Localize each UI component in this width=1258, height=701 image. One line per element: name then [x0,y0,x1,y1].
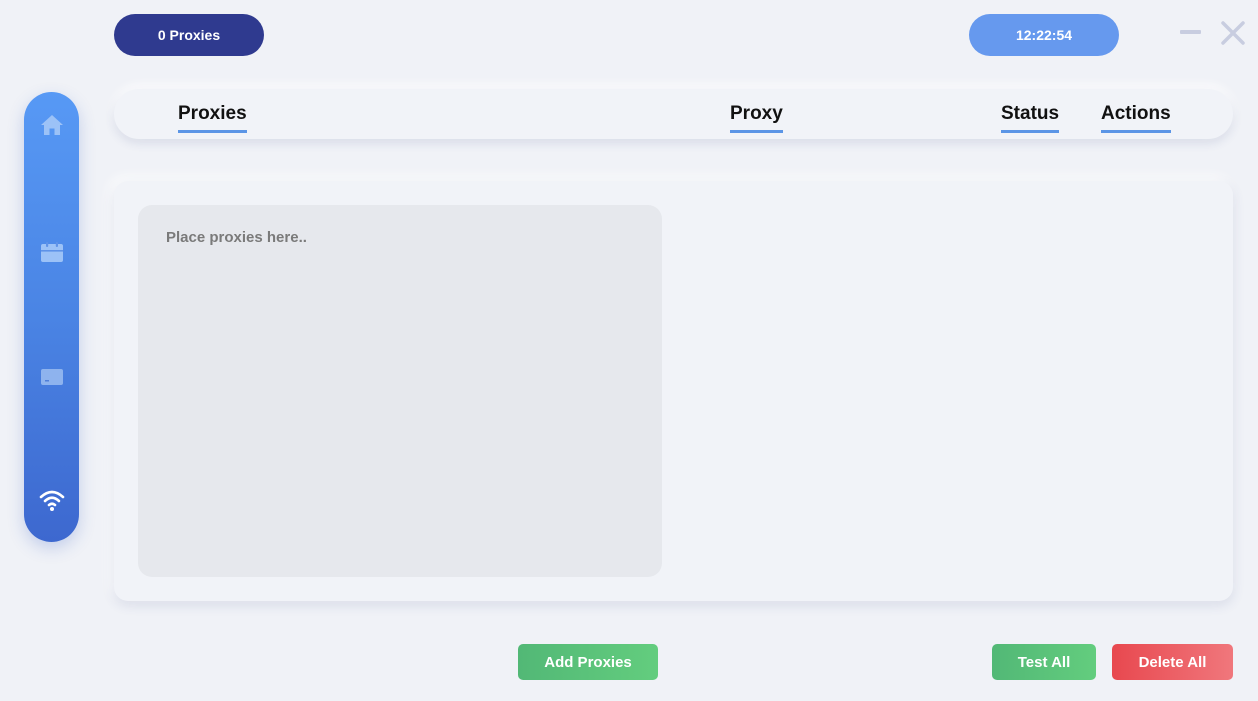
column-header-proxies[interactable]: Proxies [178,104,247,133]
sidebar-item-home[interactable] [24,112,79,142]
proxy-input-textarea[interactable] [138,205,662,577]
close-icon[interactable] [1220,20,1245,45]
proxy-count-badge: 0 Proxies [114,14,264,56]
wifi-icon [39,488,65,517]
column-header-proxy[interactable]: Proxy [730,104,783,133]
sidebar-item-proxies[interactable] [24,487,79,517]
sidebar-nav [24,92,79,542]
table-header-bar: Proxies Proxy Status Actions [114,89,1233,139]
calendar-icon [40,240,64,269]
add-proxies-button[interactable]: Add Proxies [518,644,658,680]
home-icon [40,113,64,142]
proxy-list-panel [114,181,1233,601]
sidebar-item-calendar[interactable] [24,239,79,269]
minimize-icon[interactable] [1179,20,1203,44]
terminal-icon [40,365,64,394]
clock-display: 12:22:54 [969,14,1119,56]
test-all-button[interactable]: Test All [992,644,1096,680]
column-header-actions[interactable]: Actions [1101,104,1171,133]
column-header-status[interactable]: Status [1001,104,1060,133]
sidebar-item-terminal[interactable] [24,364,79,394]
delete-all-button[interactable]: Delete All [1112,644,1233,680]
